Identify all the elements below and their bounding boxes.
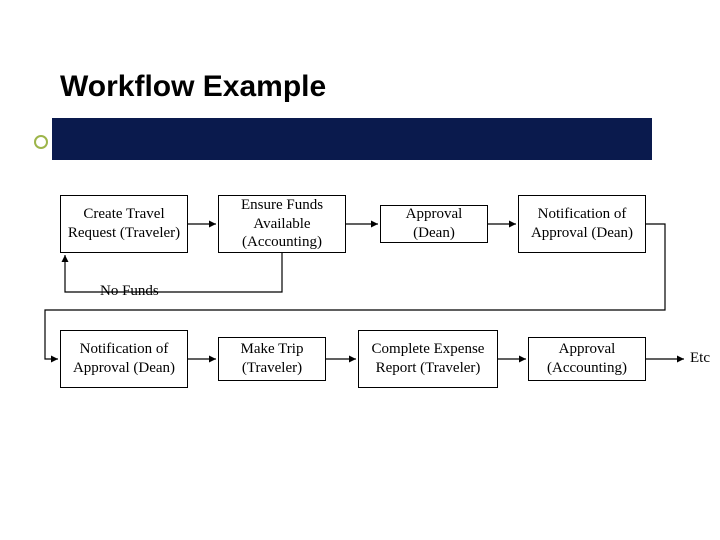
box-complete-expense-report: Complete Expense Report (Traveler) <box>358 330 498 388</box>
box-make-trip: Make Trip (Traveler) <box>218 337 326 381</box>
box-approval-accounting: Approval (Accounting) <box>528 337 646 381</box>
label-no-funds: No Funds <box>100 283 159 300</box>
bullet-icon <box>34 135 48 149</box>
box-notification-approval-dean-1: Notification of Approval (Dean) <box>518 195 646 253</box>
box-approval-dean: Approval (Dean) <box>380 205 488 243</box>
label-etc: Etc <box>690 350 710 367</box>
box-ensure-funds-available: Ensure Funds Available (Accounting) <box>218 195 346 253</box>
box-notification-approval-dean-2: Notification of Approval (Dean) <box>60 330 188 388</box>
box-create-travel-request: Create Travel Request (Traveler) <box>60 195 188 253</box>
title-bar <box>52 118 652 160</box>
page-title: Workflow Example <box>60 70 326 104</box>
